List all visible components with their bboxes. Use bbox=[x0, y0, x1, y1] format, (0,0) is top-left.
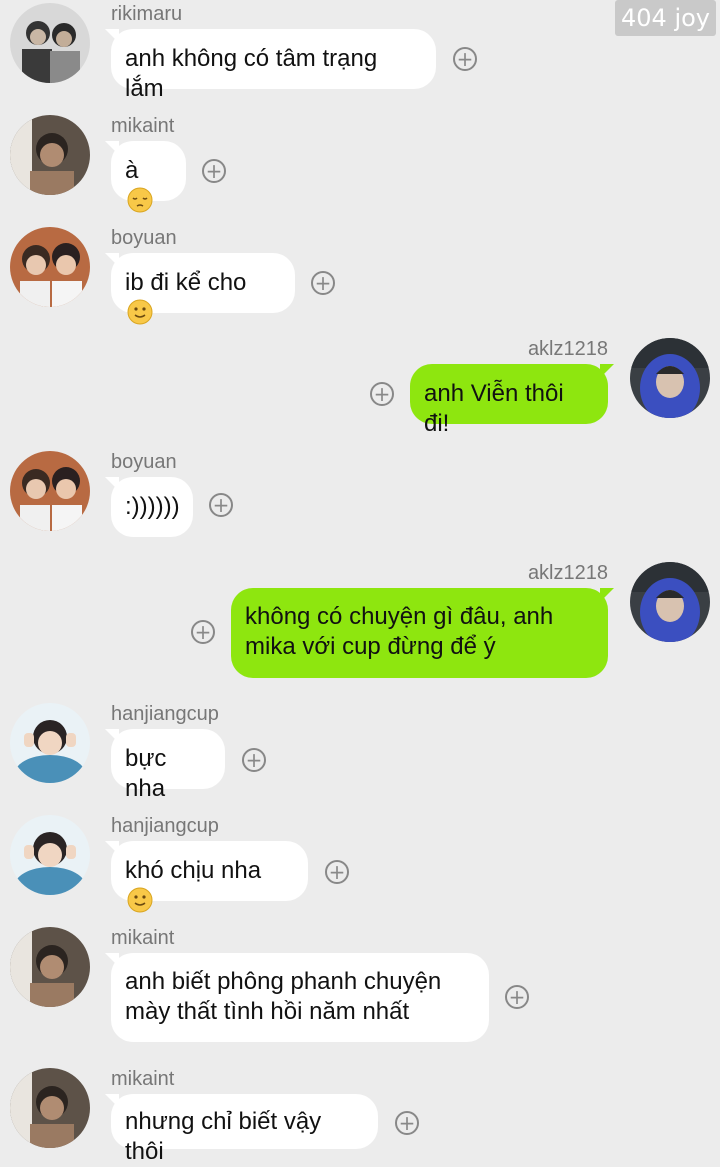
add-reaction-icon[interactable]: + bbox=[505, 985, 529, 1009]
avatar-boyuan[interactable] bbox=[10, 227, 90, 307]
avatar-mikaint[interactable] bbox=[10, 115, 90, 195]
avatar-boyuan[interactable] bbox=[10, 451, 90, 531]
message-text-line: mày thất tình hồi năm nhất bbox=[125, 998, 410, 1025]
message-text: anh không có tâm trạng lắm bbox=[125, 45, 378, 102]
message-row: mikaint à + bbox=[0, 115, 720, 213]
add-reaction-icon[interactable]: + bbox=[209, 493, 233, 517]
sender-name: hanjiangcup bbox=[111, 703, 219, 725]
avatar-mikaint[interactable] bbox=[10, 1068, 90, 1148]
message-text-line: không có chuyện gì đâu, anh bbox=[245, 603, 554, 630]
message-row: mikaint anh biết phông phanh chuyện mày … bbox=[0, 927, 720, 1043]
bubble-tail bbox=[105, 953, 119, 967]
add-reaction-icon[interactable]: + bbox=[191, 620, 215, 644]
message-text-line: anh biết phông phanh chuyện bbox=[125, 968, 442, 995]
sender-name: mikaint bbox=[111, 1068, 175, 1090]
add-reaction-icon[interactable]: + bbox=[395, 1111, 419, 1135]
bubble-tail bbox=[105, 841, 119, 855]
add-reaction-icon[interactable]: + bbox=[370, 382, 394, 406]
sender-name: hanjiangcup bbox=[111, 815, 219, 837]
message-bubble[interactable]: anh không có tâm trạng lắm bbox=[105, 29, 436, 102]
sender-name: aklz1218 bbox=[527, 562, 608, 584]
message-row: mikaint nhưng chỉ biết vậy thôi + bbox=[0, 1068, 720, 1165]
avatar-hanjiangcup[interactable] bbox=[10, 815, 90, 895]
message-bubble[interactable]: à bbox=[105, 141, 186, 213]
message-text: nhưng chỉ biết vậy thôi bbox=[125, 1108, 322, 1165]
bubble-tail bbox=[105, 1094, 119, 1108]
message-row: aklz1218 không có chuyện gì đâu, anh mik… bbox=[0, 562, 720, 678]
sender-name: mikaint bbox=[111, 115, 175, 137]
message-bubble[interactable]: không có chuyện gì đâu, anh mika với cup… bbox=[231, 588, 614, 678]
sender-name: aklz1218 bbox=[527, 338, 608, 360]
sender-name: boyuan bbox=[111, 451, 177, 473]
message-row: aklz1218 anh Viễn thôi đi! + bbox=[0, 338, 720, 437]
message-bubble[interactable]: khó chịu nha bbox=[105, 841, 308, 913]
message-row: boyuan ib đi kể cho + bbox=[0, 227, 720, 325]
message-text: anh Viễn thôi đi! bbox=[424, 380, 564, 437]
avatar-aklz1218[interactable] bbox=[630, 562, 710, 642]
message-text: à bbox=[125, 157, 139, 184]
bubble-tail bbox=[600, 588, 614, 602]
message-text: :)))))) bbox=[125, 493, 180, 520]
slightly-smiling-face-icon bbox=[127, 299, 153, 325]
bubble-tail bbox=[105, 141, 119, 155]
sender-name: rikimaru bbox=[111, 3, 183, 25]
slightly-smiling-face-icon bbox=[127, 887, 153, 913]
add-reaction-icon[interactable]: + bbox=[453, 47, 477, 71]
add-reaction-icon[interactable]: + bbox=[311, 271, 335, 295]
message-row: hanjiangcup khó chịu nha + bbox=[0, 815, 720, 913]
bubble-tail bbox=[105, 477, 119, 491]
pensive-face-icon bbox=[127, 187, 153, 213]
avatar-hanjiangcup[interactable] bbox=[10, 703, 90, 783]
add-reaction-icon[interactable]: + bbox=[325, 860, 349, 884]
add-reaction-icon[interactable]: + bbox=[242, 748, 266, 772]
message-bubble[interactable]: anh Viễn thôi đi! bbox=[410, 364, 614, 437]
message-bubble[interactable]: ib đi kể cho bbox=[105, 253, 295, 325]
bubble-tail bbox=[105, 253, 119, 267]
sender-name: mikaint bbox=[111, 927, 175, 949]
bubble-tail bbox=[105, 29, 119, 43]
message-row: hanjiangcup bực nha + bbox=[0, 703, 720, 802]
message-row: rikimaru anh không có tâm trạng lắm + bbox=[0, 3, 720, 102]
message-bubble[interactable]: anh biết phông phanh chuyện mày thất tìn… bbox=[105, 953, 489, 1042]
message-text-line: mika với cup đừng để ý bbox=[245, 633, 496, 660]
sender-name: boyuan bbox=[111, 227, 177, 249]
message-text: khó chịu nha bbox=[125, 857, 262, 884]
message-bubble[interactable]: :)))))) bbox=[105, 477, 193, 537]
add-reaction-icon[interactable]: + bbox=[202, 159, 226, 183]
bubble-tail bbox=[600, 364, 614, 378]
bubble-tail bbox=[105, 729, 119, 743]
message-bubble[interactable]: nhưng chỉ biết vậy thôi bbox=[105, 1094, 378, 1165]
message-text: ib đi kể cho bbox=[125, 269, 247, 296]
message-bubble[interactable]: bực nha bbox=[105, 729, 225, 802]
message-text: bực nha bbox=[125, 745, 167, 802]
avatar-aklz1218[interactable] bbox=[630, 338, 710, 418]
avatar-rikimaru[interactable] bbox=[10, 3, 90, 83]
avatar-mikaint[interactable] bbox=[10, 927, 90, 1007]
message-row: boyuan :)))))) + bbox=[0, 451, 720, 541]
